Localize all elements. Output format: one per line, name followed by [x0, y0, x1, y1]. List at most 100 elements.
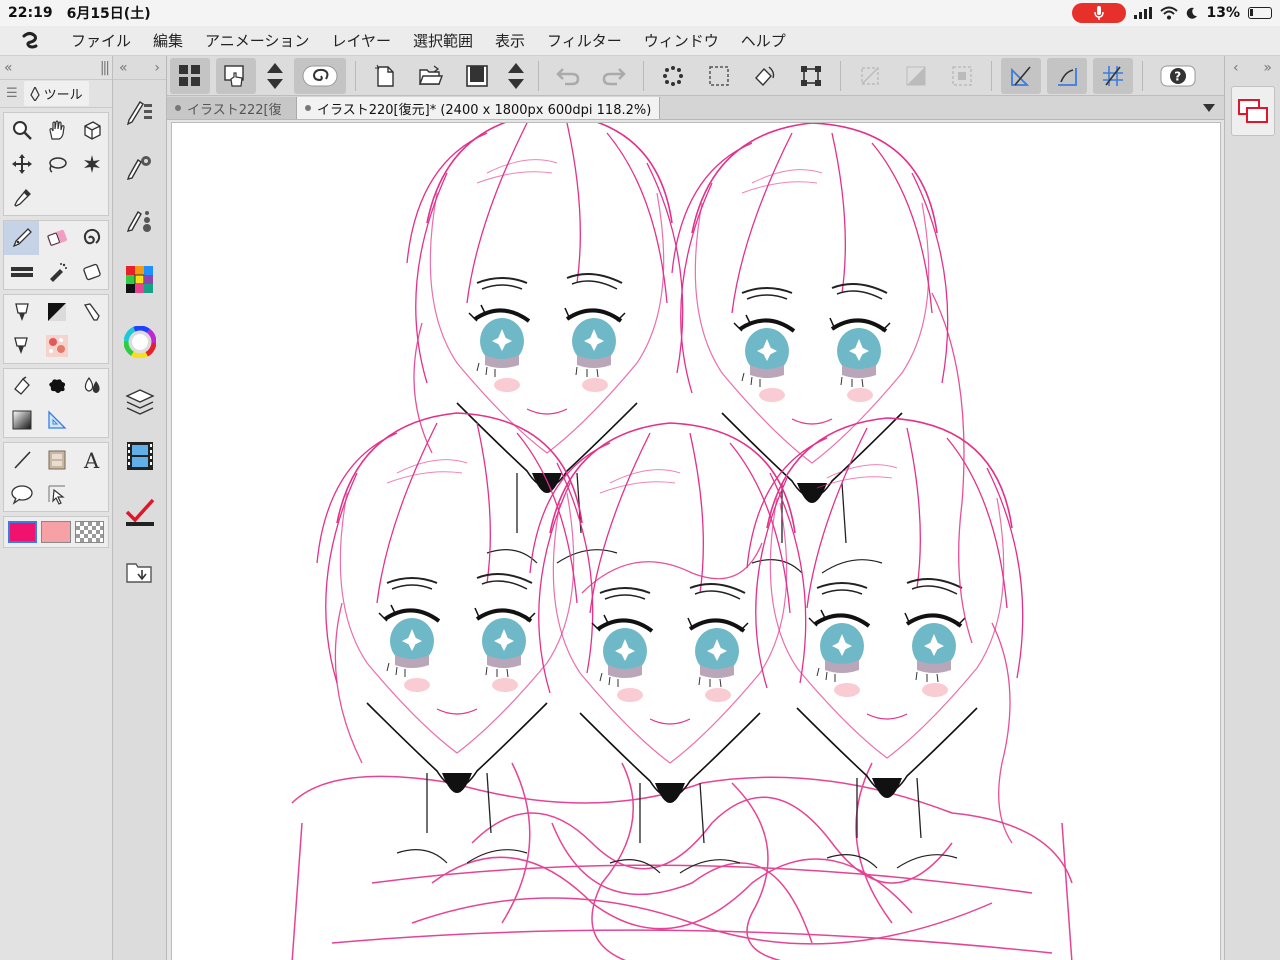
- ruler-snap-icon: [1011, 65, 1031, 86]
- layer-button[interactable]: [120, 382, 160, 422]
- snap-to-grid-button[interactable]: [1093, 57, 1133, 94]
- sub-tool-button[interactable]: [120, 92, 160, 132]
- lasso-tool[interactable]: [39, 147, 74, 181]
- command-bar: ?: [167, 56, 1224, 96]
- panel-grip-icon[interactable]: |||: [100, 60, 110, 76]
- bucket-icon: [13, 376, 30, 395]
- tab-list-button[interactable]: [1194, 97, 1224, 119]
- select-all-button[interactable]: [699, 58, 739, 94]
- material-button[interactable]: [120, 552, 160, 592]
- pen-dots-icon: [126, 210, 151, 232]
- collapse-left-icon[interactable]: «: [4, 60, 13, 76]
- text-a-icon: A: [83, 449, 100, 471]
- zoom-tool[interactable]: [4, 113, 39, 147]
- open-file-button[interactable]: [411, 58, 451, 94]
- correction-tool[interactable]: [39, 477, 74, 511]
- clear-outside-button[interactable]: [850, 58, 890, 94]
- airbrush-tool[interactable]: [39, 255, 74, 289]
- marker-tool[interactable]: [74, 295, 109, 329]
- eyedropper-tool[interactable]: [4, 181, 39, 215]
- menu-layer[interactable]: レイヤー: [320, 30, 402, 51]
- grid-snap-icon: [1103, 65, 1123, 86]
- simplified-mode-button[interactable]: [216, 57, 256, 94]
- eraser-tool[interactable]: [39, 221, 74, 255]
- hand-tool[interactable]: [39, 113, 74, 147]
- menu-window[interactable]: ウィンドウ: [633, 30, 730, 51]
- gradient-tool[interactable]: [4, 403, 39, 437]
- drawing-canvas[interactable]: [171, 122, 1221, 960]
- menu-view[interactable]: 表示: [484, 30, 536, 51]
- canvas-area[interactable]: [167, 120, 1224, 960]
- fill-selection-button[interactable]: [745, 58, 785, 94]
- up-down-arrows-icon: [508, 62, 524, 89]
- cube-icon: [83, 121, 101, 140]
- fill-tool[interactable]: [4, 255, 39, 289]
- panel-layout-button[interactable]: [170, 57, 210, 94]
- clip-studio-button[interactable]: [294, 57, 346, 94]
- navigator-button[interactable]: [1231, 86, 1275, 136]
- timeline-button[interactable]: [120, 436, 160, 476]
- undo-button[interactable]: [548, 58, 588, 94]
- watercolor-tool[interactable]: [4, 329, 39, 363]
- brush-size-button[interactable]: [120, 200, 160, 240]
- tone-tool[interactable]: [39, 295, 74, 329]
- menu-help[interactable]: ヘルプ: [730, 30, 797, 51]
- brush-tool[interactable]: [4, 295, 39, 329]
- pen-tool[interactable]: [4, 221, 39, 255]
- film-strip-icon: [127, 442, 153, 470]
- move-layer-tool[interactable]: [4, 147, 39, 181]
- clip-studio-logo-icon[interactable]: [0, 26, 60, 56]
- ruler-tool[interactable]: [39, 403, 74, 437]
- tool-property-button[interactable]: [120, 146, 160, 186]
- blend-tool[interactable]: [74, 369, 109, 403]
- dock-left-icon[interactable]: ‹: [1233, 60, 1239, 76]
- menu-edit[interactable]: 編集: [142, 30, 194, 51]
- color-set-button[interactable]: [120, 260, 160, 300]
- custom-brush-tool[interactable]: [39, 329, 74, 363]
- invert-selection-icon: [906, 66, 926, 85]
- menu-filter[interactable]: フィルター: [536, 30, 633, 51]
- toolbar-scroll-button[interactable]: [503, 58, 529, 94]
- balloon-tool[interactable]: [4, 477, 39, 511]
- expand-command-icon[interactable]: ›: [154, 60, 160, 76]
- panel-menu-icon[interactable]: ☰: [6, 86, 18, 101]
- menu-selection[interactable]: 選択範囲: [402, 30, 484, 51]
- rotate-tool[interactable]: [74, 113, 109, 147]
- line-tool[interactable]: [4, 443, 39, 477]
- frame-tool[interactable]: [39, 443, 74, 477]
- main-color-swatch[interactable]: [8, 521, 38, 543]
- snap-to-ruler-button[interactable]: [1001, 57, 1041, 94]
- quick-access-button[interactable]: [120, 492, 160, 532]
- ink-fill-tool[interactable]: [39, 369, 74, 403]
- clear-outside-icon: [861, 66, 879, 85]
- special-ruler-snap-icon: [1058, 67, 1077, 86]
- transparent-color-swatch[interactable]: [74, 521, 104, 543]
- transform-button[interactable]: [791, 58, 831, 94]
- dock-right-icon[interactable]: »: [1263, 60, 1272, 76]
- menu-file[interactable]: ファイル: [60, 30, 142, 51]
- soft-eraser-tool[interactable]: [74, 255, 109, 289]
- document-tab-2[interactable]: イラスト220[復元]* (2400 x 1800px 600dpi 118.2…: [297, 97, 661, 119]
- color-wheel-button[interactable]: [120, 322, 160, 362]
- sub-color-swatch[interactable]: [41, 521, 71, 543]
- clear-button[interactable]: [653, 58, 693, 94]
- status-date: 6月15日(土): [66, 6, 151, 22]
- folder-download-icon: [126, 563, 152, 583]
- auto-select-tool[interactable]: [74, 147, 109, 181]
- snap-to-special-ruler-button[interactable]: [1047, 57, 1087, 94]
- text-tool[interactable]: A: [74, 443, 109, 477]
- tab-tool[interactable]: ツール: [23, 81, 89, 106]
- help-button[interactable]: ?: [1152, 58, 1204, 94]
- new-file-button[interactable]: [365, 58, 405, 94]
- menu-animation[interactable]: アニメーション: [194, 30, 320, 51]
- save-button[interactable]: [457, 58, 497, 94]
- deselect-button[interactable]: [942, 58, 982, 94]
- collapse-command-icon[interactable]: «: [119, 60, 128, 76]
- redo-button[interactable]: [594, 58, 634, 94]
- document-tab-1[interactable]: イラスト222[復: [167, 97, 297, 119]
- decoration-tool[interactable]: [74, 221, 109, 255]
- flower-pattern-icon: [45, 335, 68, 357]
- invert-selection-button[interactable]: [896, 58, 936, 94]
- scroll-arrows-button[interactable]: [262, 58, 288, 94]
- bucket-tool[interactable]: [4, 369, 39, 403]
